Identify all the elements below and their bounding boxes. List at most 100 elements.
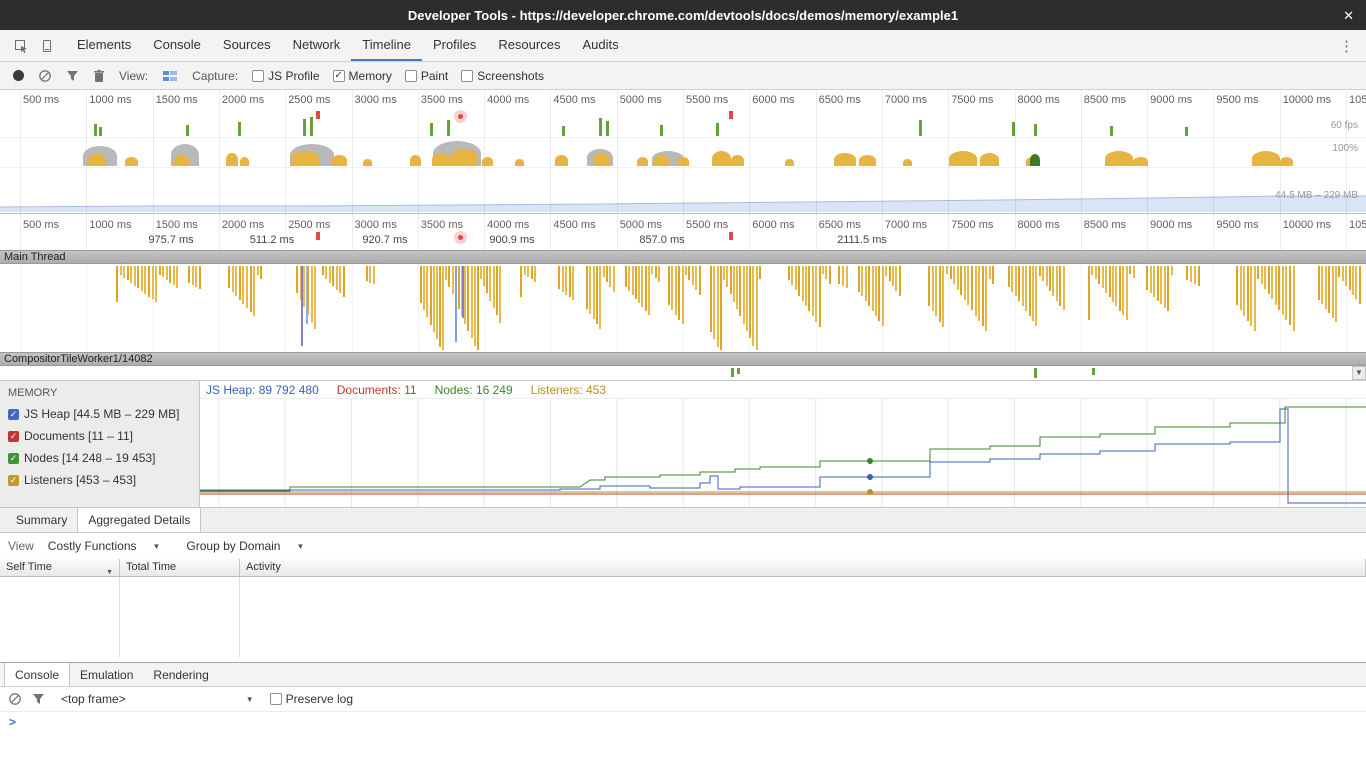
activity-bar[interactable]: [682, 266, 684, 324]
activity-bar[interactable]: [1345, 266, 1347, 286]
activity-bar[interactable]: [1342, 266, 1344, 281]
activity-bar[interactable]: [1153, 266, 1155, 297]
activity-bar[interactable]: [343, 266, 345, 297]
activity-bar[interactable]: [489, 266, 491, 301]
activity-bar[interactable]: [477, 266, 479, 350]
activity-bar[interactable]: [332, 266, 334, 286]
activity-bar[interactable]: [462, 266, 464, 318]
activity-bar[interactable]: [939, 266, 941, 322]
activity-bar[interactable]: [982, 266, 984, 326]
activity-bar[interactable]: [635, 266, 637, 299]
device-mode-icon[interactable]: [34, 35, 60, 57]
activity-bar[interactable]: [366, 266, 368, 281]
activity-bar[interactable]: [296, 266, 298, 293]
activity-bar[interactable]: [169, 266, 171, 283]
activity-bar[interactable]: [192, 266, 194, 285]
activity-bar[interactable]: [1157, 266, 1159, 301]
worker-activity-bar[interactable]: [1034, 368, 1037, 378]
activity-bar[interactable]: [195, 266, 197, 287]
activity-bar[interactable]: [483, 266, 485, 286]
activity-bar[interactable]: [257, 266, 259, 275]
activity-bar[interactable]: [534, 266, 536, 282]
activity-bar[interactable]: [1254, 266, 1256, 331]
activity-bar[interactable]: [1240, 266, 1242, 310]
activity-bar[interactable]: [1122, 266, 1124, 315]
activity-bar[interactable]: [632, 266, 634, 295]
activity-bar[interactable]: [606, 266, 608, 282]
activity-bar[interactable]: [805, 266, 807, 306]
activity-bar[interactable]: [1321, 266, 1323, 304]
activity-bar[interactable]: [1247, 266, 1249, 321]
activity-bar[interactable]: [865, 266, 867, 301]
activity-bar[interactable]: [1146, 266, 1148, 290]
worker-activity-bar[interactable]: [731, 368, 734, 377]
activity-bar[interactable]: [301, 266, 303, 346]
activity-bar[interactable]: [148, 266, 150, 297]
activity-bar[interactable]: [1268, 266, 1270, 294]
activity-bar[interactable]: [1190, 266, 1192, 282]
activity-bar[interactable]: [812, 266, 814, 316]
activity-bar[interactable]: [369, 266, 371, 283]
tab-elements[interactable]: Elements: [66, 30, 142, 61]
activity-bar[interactable]: [638, 266, 640, 303]
activity-bar[interactable]: [946, 266, 948, 274]
activity-bar[interactable]: [739, 266, 741, 316]
preserve-log-checkbox[interactable]: Preserve log: [270, 692, 353, 706]
activity-bar[interactable]: [1285, 266, 1287, 320]
activity-bar[interactable]: [802, 266, 804, 301]
tab-audits[interactable]: Audits: [571, 30, 629, 61]
column-header-activity[interactable]: Activity: [240, 559, 1366, 576]
timeline-overview[interactable]: 60 fps 100% 44.5 MB – 229 MB 500 ms1000 …: [0, 90, 1366, 214]
activity-bar[interactable]: [1008, 266, 1010, 287]
activity-bar[interactable]: [565, 266, 567, 295]
activity-bar[interactable]: [452, 266, 454, 294]
worker-activity-bar[interactable]: [1092, 368, 1095, 375]
activity-bar[interactable]: [641, 266, 643, 307]
activity-bar[interactable]: [1056, 266, 1058, 301]
capture-checkbox-screenshots[interactable]: Screenshots: [461, 69, 544, 83]
activity-bar[interactable]: [1112, 266, 1114, 302]
activity-bar[interactable]: [1243, 266, 1245, 316]
activity-bar[interactable]: [458, 266, 460, 309]
activity-bar[interactable]: [989, 266, 991, 279]
tab-resources[interactable]: Resources: [487, 30, 571, 61]
activity-bar[interactable]: [695, 266, 697, 290]
activity-bar[interactable]: [1018, 266, 1020, 301]
activity-bar[interactable]: [1049, 266, 1051, 291]
close-icon[interactable]: ✕: [1343, 8, 1354, 24]
activity-bar[interactable]: [838, 266, 840, 284]
activity-bar[interactable]: [978, 266, 980, 321]
activity-bar[interactable]: [1025, 266, 1027, 311]
activity-bar[interactable]: [846, 266, 848, 288]
activity-bar[interactable]: [733, 266, 735, 302]
activity-bar[interactable]: [232, 266, 234, 292]
activity-bar[interactable]: [134, 266, 136, 286]
compositor-worker-track[interactable]: ▼: [0, 366, 1366, 380]
activity-bar[interactable]: [439, 266, 441, 347]
activity-bar[interactable]: [1091, 266, 1093, 275]
activity-bar[interactable]: [1318, 266, 1320, 300]
activity-bar[interactable]: [246, 266, 248, 308]
activity-bar[interactable]: [1164, 266, 1166, 308]
activity-bar[interactable]: [1186, 266, 1188, 280]
activity-bar[interactable]: [1022, 266, 1024, 306]
activity-bar[interactable]: [713, 266, 715, 339]
tab-profiles[interactable]: Profiles: [422, 30, 487, 61]
activity-bar[interactable]: [1282, 266, 1284, 315]
activity-bar[interactable]: [1198, 266, 1200, 286]
activity-bar[interactable]: [239, 266, 241, 300]
activity-bar[interactable]: [306, 266, 308, 324]
activity-bar[interactable]: [235, 266, 237, 296]
activity-bar[interactable]: [688, 266, 690, 280]
activity-bar[interactable]: [1271, 266, 1273, 299]
activity-bar[interactable]: [260, 266, 262, 279]
activity-bar[interactable]: [242, 266, 244, 304]
activity-bar[interactable]: [1338, 266, 1340, 277]
activity-bar[interactable]: [1349, 266, 1351, 290]
activity-bar[interactable]: [314, 266, 316, 329]
activity-bar[interactable]: [723, 266, 725, 280]
activity-bar[interactable]: [1289, 266, 1291, 325]
activity-bar[interactable]: [599, 266, 601, 329]
capture-checkbox-js-profile[interactable]: JS Profile: [252, 69, 319, 83]
activity-bar[interactable]: [825, 266, 827, 279]
